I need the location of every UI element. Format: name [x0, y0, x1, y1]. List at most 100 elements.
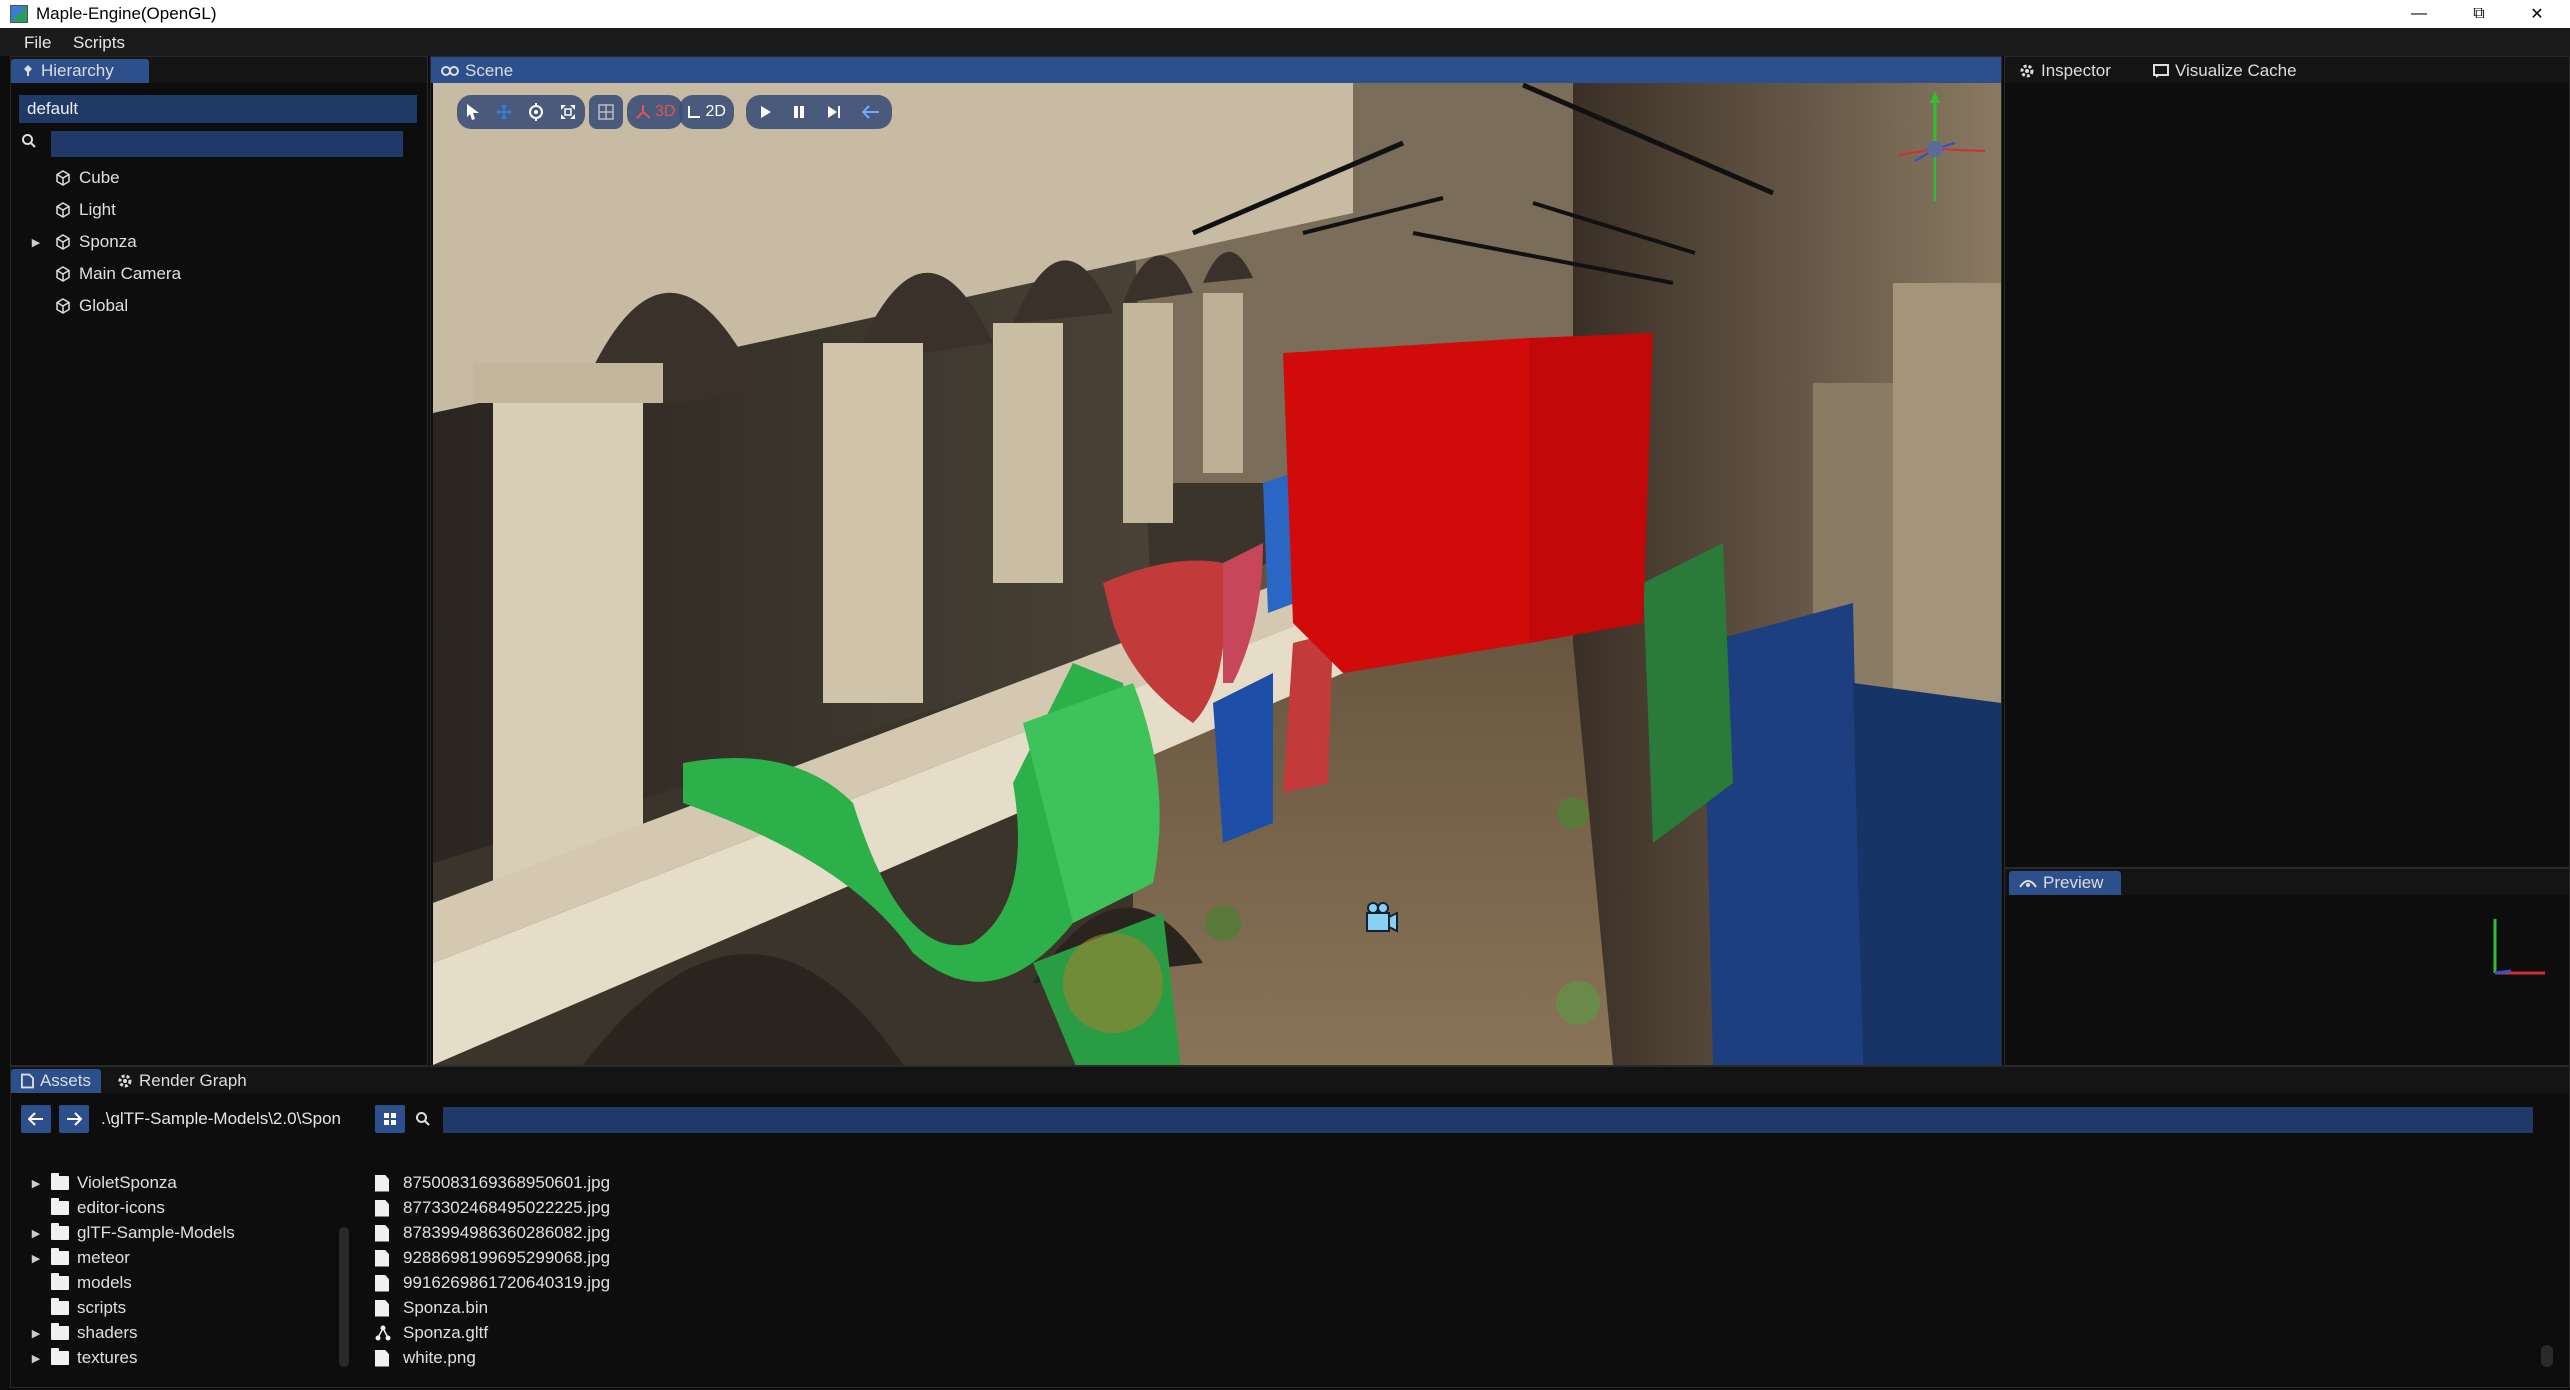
- scene-viewport[interactable]: 3D 2D: [433, 83, 2001, 1065]
- entity-icon: [56, 170, 70, 186]
- hierarchy-item-label: Global: [79, 296, 129, 315]
- play-icon[interactable]: [758, 105, 772, 119]
- orientation-gizmo-icon[interactable]: [1875, 89, 1995, 209]
- entity-icon: [56, 298, 70, 314]
- playback-controls: [745, 95, 892, 129]
- menu-scripts[interactable]: Scripts: [73, 33, 125, 53]
- mode-3d-label: 3D: [655, 103, 676, 120]
- folder-label: shaders: [77, 1323, 138, 1342]
- tab-preview[interactable]: Preview: [2009, 871, 2121, 895]
- folder-item[interactable]: editor-icons: [29, 1196, 165, 1220]
- asset-search-input[interactable]: [443, 1107, 2533, 1133]
- tab-render-graph[interactable]: Render Graph: [107, 1069, 257, 1093]
- image-file-icon: [375, 1174, 389, 1192]
- grid-view-icon: [384, 1113, 396, 1125]
- folder-item[interactable]: ▶ meteor: [29, 1246, 130, 1270]
- file-item[interactable]: Sponza.gltf: [375, 1321, 488, 1345]
- step-icon[interactable]: [826, 105, 842, 119]
- hierarchy-item-light[interactable]: Light: [11, 195, 116, 225]
- preview-tab-strip: Preview: [2005, 869, 2569, 895]
- folder-tree-scrollbar[interactable]: [339, 1227, 349, 1367]
- close-button[interactable]: ✕: [2508, 0, 2566, 28]
- assets-tab-strip: Assets Render Graph: [11, 1067, 2569, 1093]
- glasses-icon: [441, 66, 459, 76]
- tab-inspector-label: Inspector: [2041, 61, 2111, 80]
- folder-item[interactable]: models: [29, 1271, 132, 1295]
- hierarchy-item-label: Sponza: [79, 232, 137, 251]
- search-icon: [416, 1112, 430, 1126]
- minimize-button[interactable]: —: [2390, 0, 2448, 28]
- move-tool-icon[interactable]: [495, 103, 513, 121]
- rotate-tool-icon[interactable]: [527, 103, 545, 121]
- folder-item[interactable]: ▶ VioletSponza: [29, 1171, 177, 1195]
- tab-inspector[interactable]: Inspector: [2009, 59, 2121, 83]
- file-label: Sponza.gltf: [403, 1323, 489, 1342]
- restore-button[interactable]: ⧉: [2450, 0, 2508, 28]
- image-file-icon: [375, 1274, 389, 1292]
- folder-item[interactable]: scripts: [29, 1296, 126, 1320]
- select-tool-icon[interactable]: [465, 103, 481, 121]
- view-mode-button[interactable]: [375, 1105, 405, 1133]
- hierarchy-item-main-camera[interactable]: Main Camera: [11, 259, 181, 289]
- file-label: 8773302468495022225.jpg: [403, 1198, 611, 1217]
- arrow-left-icon: [28, 1112, 43, 1126]
- grid-toggle-button[interactable]: [589, 95, 623, 129]
- camera-gizmo-icon[interactable]: [1361, 899, 1401, 939]
- file-item[interactable]: white.png: [375, 1346, 476, 1370]
- hierarchy-item-label: Cube: [79, 168, 120, 187]
- nav-back-button[interactable]: [21, 1105, 51, 1133]
- folder-icon: [51, 1248, 69, 1265]
- hierarchy-item-label: Main Camera: [79, 264, 182, 283]
- mode-3d-button[interactable]: 3D: [627, 95, 684, 129]
- folder-icon: [51, 1173, 69, 1190]
- expand-arrow-icon[interactable]: ▶: [29, 1177, 43, 1190]
- hierarchy-item-label: Light: [79, 200, 116, 219]
- hierarchy-item-global[interactable]: Global: [11, 291, 128, 321]
- axes-3d-icon: [636, 105, 651, 119]
- tab-scene[interactable]: Scene: [431, 59, 537, 83]
- tab-visualize-cache[interactable]: Visualize Cache: [2143, 59, 2307, 83]
- hierarchy-item-cube[interactable]: Cube: [11, 163, 120, 193]
- file-item[interactable]: 8750083169368950601.jpg: [375, 1171, 610, 1195]
- red-cube: [1283, 338, 1529, 673]
- gear-icon: [118, 1074, 132, 1088]
- tab-assets[interactable]: Assets: [11, 1069, 101, 1093]
- file-item[interactable]: 8783994986360286082.jpg: [375, 1221, 610, 1245]
- pause-icon[interactable]: [792, 105, 806, 119]
- grid-icon: [598, 104, 614, 120]
- file-item[interactable]: 9916269861720640319.jpg: [375, 1271, 610, 1295]
- hierarchy-item-sponza[interactable]: ▶ Sponza: [11, 227, 137, 257]
- folder-item[interactable]: ▶ glTF-Sample-Models: [29, 1221, 235, 1245]
- expand-arrow-icon[interactable]: ▶: [29, 1227, 43, 1240]
- scale-tool-icon[interactable]: [559, 103, 577, 121]
- menu-file[interactable]: File: [24, 33, 51, 53]
- file-item[interactable]: 8773302468495022225.jpg: [375, 1196, 610, 1220]
- folder-icon: [51, 1198, 69, 1215]
- file-label: 8783994986360286082.jpg: [403, 1223, 611, 1242]
- title-bar: Maple-Engine(OpenGL) — ⧉ ✕: [0, 0, 2570, 28]
- inspector-tab-strip: Inspector Visualize Cache: [2005, 57, 2569, 83]
- tab-preview-label: Preview: [2043, 873, 2104, 892]
- expand-arrow-icon[interactable]: ▶: [29, 1327, 43, 1340]
- folder-item[interactable]: ▶ shaders: [29, 1321, 137, 1345]
- tab-hierarchy[interactable]: Hierarchy: [11, 59, 149, 83]
- expand-arrow-icon[interactable]: ▶: [29, 1252, 43, 1265]
- folder-item[interactable]: ▶ textures: [29, 1346, 137, 1370]
- file-item[interactable]: Sponza.bin: [375, 1296, 488, 1320]
- file-label: Sponza.bin: [403, 1298, 489, 1317]
- expand-arrow-icon[interactable]: ▶: [29, 1352, 43, 1365]
- expand-arrow-icon[interactable]: ▶: [29, 236, 43, 249]
- file-item[interactable]: 9288698199695299068.jpg: [375, 1246, 610, 1270]
- scene-name-field[interactable]: default: [19, 95, 417, 123]
- folder-label: textures: [77, 1348, 138, 1367]
- mode-2d-button[interactable]: 2D: [679, 95, 734, 129]
- asset-path-breadcrumb[interactable]: .\glTF-Sample-Models\2.0\Spon: [101, 1109, 363, 1129]
- tab-scene-label: Scene: [465, 61, 514, 80]
- tab-assets-label: Assets: [39, 1071, 91, 1090]
- hierarchy-search-input[interactable]: [51, 131, 403, 157]
- back-arrow-icon[interactable]: [861, 105, 880, 119]
- file-list-scrollbar[interactable]: [2541, 1345, 2553, 1367]
- scene-tab-strip: Scene: [431, 57, 2001, 83]
- nav-forward-button[interactable]: [59, 1105, 89, 1133]
- document-icon: [21, 1073, 34, 1089]
